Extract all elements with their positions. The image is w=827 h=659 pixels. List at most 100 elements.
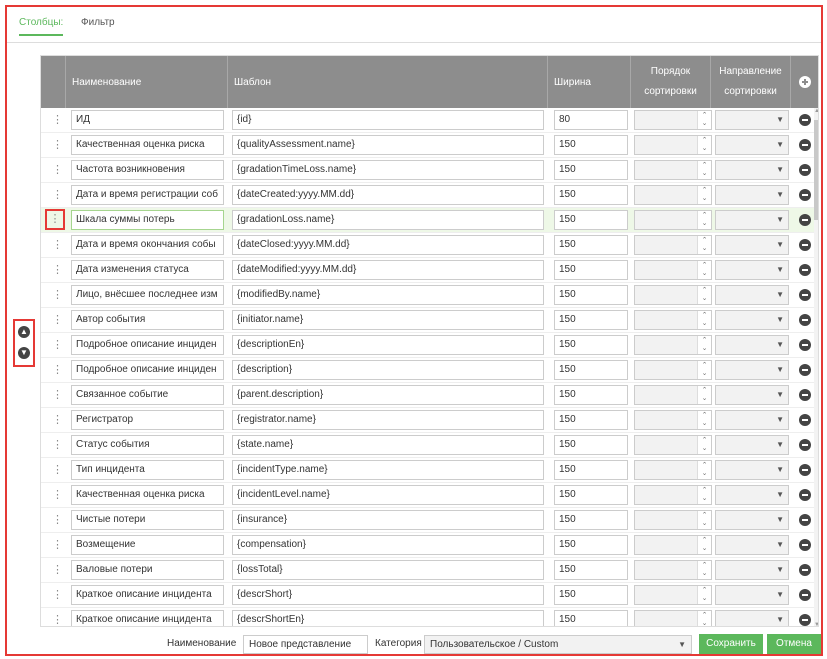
minus-circle-icon[interactable] xyxy=(799,389,811,401)
stepper-arrows-icon[interactable]: ⌃ ⌄ xyxy=(697,486,711,504)
sort-direction-select[interactable]: ▼ xyxy=(715,110,789,130)
column-name-input[interactable]: Возмещение xyxy=(71,535,224,555)
sort-order-stepper[interactable]: ⌃ ⌄ xyxy=(634,585,712,605)
column-width-input[interactable]: 150 xyxy=(554,485,628,505)
column-name-input[interactable]: Краткое описание инцидента xyxy=(71,585,224,605)
stepper-arrows-icon[interactable]: ⌃ ⌄ xyxy=(697,361,711,379)
stepper-arrows-icon[interactable]: ⌃ ⌄ xyxy=(697,336,711,354)
column-width-input[interactable]: 150 xyxy=(554,460,628,480)
minus-circle-icon[interactable] xyxy=(799,514,811,526)
minus-circle-icon[interactable] xyxy=(799,314,811,326)
column-name-input[interactable]: Регистратор xyxy=(71,410,224,430)
sort-direction-select[interactable]: ▼ xyxy=(715,410,789,430)
sort-order-stepper[interactable]: ⌃ ⌄ xyxy=(634,135,712,155)
column-name-input[interactable]: Автор события xyxy=(71,310,224,330)
column-template-input[interactable]: {state.name} xyxy=(232,435,544,455)
stepper-arrows-icon[interactable]: ⌃ ⌄ xyxy=(697,161,711,179)
column-name-input[interactable]: ИД xyxy=(71,110,224,130)
column-width-input[interactable]: 150 xyxy=(554,235,628,255)
drag-handle-icon[interactable]: ⋮ xyxy=(52,361,63,379)
sort-order-stepper[interactable]: ⌃ ⌄ xyxy=(634,235,712,255)
minus-circle-icon[interactable] xyxy=(799,589,811,601)
column-template-input[interactable]: {id} xyxy=(232,110,544,130)
column-width-input[interactable]: 150 xyxy=(554,535,628,555)
column-template-input[interactable]: {descrShortEn} xyxy=(232,610,544,626)
sort-order-stepper[interactable]: ⌃ ⌄ xyxy=(634,460,712,480)
stepper-arrows-icon[interactable]: ⌃ ⌄ xyxy=(697,561,711,579)
column-template-input[interactable]: {modifiedBy.name} xyxy=(232,285,544,305)
column-template-input[interactable]: {descrShort} xyxy=(232,585,544,605)
column-width-input[interactable]: 150 xyxy=(554,610,628,626)
drag-handle-icon[interactable]: ⋮ xyxy=(52,386,63,404)
sort-direction-select[interactable]: ▼ xyxy=(715,135,789,155)
scrollbar-thumb[interactable] xyxy=(814,120,818,220)
column-width-input[interactable]: 150 xyxy=(554,335,628,355)
sort-direction-select[interactable]: ▼ xyxy=(715,185,789,205)
tab-filter[interactable]: Фильтр xyxy=(81,17,115,28)
sort-order-stepper[interactable]: ⌃ ⌄ xyxy=(634,485,712,505)
stepper-arrows-icon[interactable]: ⌃ ⌄ xyxy=(697,286,711,304)
column-template-input[interactable]: {incidentType.name} xyxy=(232,460,544,480)
sort-direction-select[interactable]: ▼ xyxy=(715,610,789,626)
sort-direction-select[interactable]: ▼ xyxy=(715,585,789,605)
column-name-input[interactable]: Чистые потери xyxy=(71,510,224,530)
drag-handle-icon[interactable]: ⋮ xyxy=(45,209,65,230)
stepper-arrows-icon[interactable]: ⌃ ⌄ xyxy=(697,186,711,204)
sort-order-stepper[interactable]: ⌃ ⌄ xyxy=(634,310,712,330)
save-button[interactable]: Сохранить xyxy=(699,634,763,654)
sort-direction-select[interactable]: ▼ xyxy=(715,460,789,480)
column-width-input[interactable]: 150 xyxy=(554,435,628,455)
scroll-up-icon[interactable]: ▲ xyxy=(814,108,818,114)
column-name-input[interactable]: Дата изменения статуса xyxy=(71,260,224,280)
sort-order-stepper[interactable]: ⌃ ⌄ xyxy=(634,260,712,280)
sort-direction-select[interactable]: ▼ xyxy=(715,160,789,180)
scroll-down-icon[interactable]: ▼ xyxy=(814,622,818,626)
stepper-arrows-icon[interactable]: ⌃ ⌄ xyxy=(697,411,711,429)
column-template-input[interactable]: {descriptionEn} xyxy=(232,335,544,355)
column-width-input[interactable]: 150 xyxy=(554,135,628,155)
sort-order-stepper[interactable]: ⌃ ⌄ xyxy=(634,560,712,580)
minus-circle-icon[interactable] xyxy=(799,564,811,576)
drag-handle-icon[interactable]: ⋮ xyxy=(52,486,63,504)
sort-direction-select[interactable]: ▼ xyxy=(715,535,789,555)
view-name-input[interactable]: Новое представление xyxy=(243,635,368,654)
drag-handle-icon[interactable]: ⋮ xyxy=(52,186,63,204)
column-width-input[interactable]: 80 xyxy=(554,110,628,130)
column-template-input[interactable]: {dateClosed:yyyy.MM.dd} xyxy=(232,235,544,255)
drag-handle-icon[interactable]: ⋮ xyxy=(52,511,63,529)
minus-circle-icon[interactable] xyxy=(799,139,811,151)
column-template-input[interactable]: {gradationLoss.name} xyxy=(232,210,544,230)
column-width-input[interactable]: 150 xyxy=(554,285,628,305)
minus-circle-icon[interactable] xyxy=(799,489,811,501)
minus-circle-icon[interactable] xyxy=(799,614,811,626)
sort-order-stepper[interactable]: ⌃ ⌄ xyxy=(634,185,712,205)
column-template-input[interactable]: {dateModified:yyyy.MM.dd} xyxy=(232,260,544,280)
column-name-input[interactable]: Дата и время регистрации соб xyxy=(71,185,224,205)
column-name-input[interactable]: Шкала суммы потерь xyxy=(71,210,224,230)
drag-handle-icon[interactable]: ⋮ xyxy=(52,536,63,554)
column-template-input[interactable]: {lossTotal} xyxy=(232,560,544,580)
sort-order-stepper[interactable]: ⌃ ⌄ xyxy=(634,335,712,355)
column-name-input[interactable]: Качественная оценка риска xyxy=(71,135,224,155)
stepper-arrows-icon[interactable]: ⌃ ⌄ xyxy=(697,536,711,554)
drag-handle-icon[interactable]: ⋮ xyxy=(52,136,63,154)
drag-handle-icon[interactable]: ⋮ xyxy=(52,411,63,429)
sort-order-stepper[interactable]: ⌃ ⌄ xyxy=(634,110,712,130)
column-name-input[interactable]: Лицо, внёсшее последнее изм xyxy=(71,285,224,305)
minus-circle-icon[interactable] xyxy=(799,164,811,176)
sort-order-stepper[interactable]: ⌃ ⌄ xyxy=(634,410,712,430)
sort-direction-select[interactable]: ▼ xyxy=(715,210,789,230)
column-width-input[interactable]: 150 xyxy=(554,185,628,205)
sort-direction-select[interactable]: ▼ xyxy=(715,385,789,405)
drag-handle-icon[interactable]: ⋮ xyxy=(52,586,63,604)
column-name-input[interactable]: Подробное описание инциден xyxy=(71,335,224,355)
column-name-input[interactable]: Подробное описание инциден xyxy=(71,360,224,380)
stepper-arrows-icon[interactable]: ⌃ ⌄ xyxy=(697,386,711,404)
minus-circle-icon[interactable] xyxy=(799,439,811,451)
minus-circle-icon[interactable] xyxy=(799,189,811,201)
sort-direction-select[interactable]: ▼ xyxy=(715,285,789,305)
column-width-input[interactable]: 150 xyxy=(554,385,628,405)
minus-circle-icon[interactable] xyxy=(799,214,811,226)
minus-circle-icon[interactable] xyxy=(799,539,811,551)
sort-order-stepper[interactable]: ⌃ ⌄ xyxy=(634,510,712,530)
